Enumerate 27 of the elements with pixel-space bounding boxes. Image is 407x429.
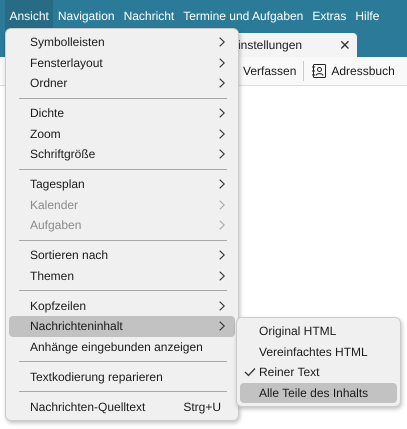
menu-item[interactable]: Reiner Text (240, 362, 397, 382)
toolbar-button[interactable]: Adressbuch (304, 59, 402, 83)
menu-item[interactable]: Dichte (9, 103, 235, 124)
menu-item[interactable]: Ordner (9, 73, 235, 94)
menu-item[interactable]: Fensterlayout (9, 52, 235, 73)
shortcut-label: Strg+U (183, 400, 221, 414)
menu-bar-item[interactable]: Navigation (53, 0, 120, 32)
menu-item[interactable]: Vereinfachtes HTML (240, 342, 397, 362)
menu-bar-item[interactable]: Hilfe (350, 0, 384, 32)
menu-item[interactable]: Symbolleisten (9, 32, 235, 52)
close-button[interactable]: ✕ (339, 37, 351, 53)
menu-item[interactable]: Original HTML (240, 321, 397, 342)
menu-item[interactable]: Nachrichten-Quelltext Strg+U (9, 396, 235, 417)
menu-bar-item[interactable]: Extras (308, 0, 351, 32)
menu-bar-item[interactable]: Nachricht (119, 0, 179, 32)
menu-item[interactable]: Zoom (9, 124, 235, 144)
menu-item[interactable]: Schriftgröße (9, 144, 235, 164)
menu-item[interactable]: Themen (9, 266, 235, 286)
menu-item[interactable]: Alle Teile des Inhalts (240, 382, 397, 403)
menu-item[interactable]: Textkodierung reparieren (9, 366, 235, 387)
menu-item[interactable]: Anhänge eingebunden anzeigen (9, 336, 235, 357)
menu-item[interactable]: Kopfzeilen (9, 296, 235, 316)
menu-item[interactable]: Sortieren nach (9, 245, 235, 266)
menu-bar-item[interactable]: Termine und Aufgaben (178, 0, 308, 32)
menu-item[interactable]: Nachrichteninhalt (9, 316, 235, 336)
toolbar-button[interactable]: Verfassen (236, 59, 304, 83)
menu-item[interactable]: Tagesplan (9, 174, 235, 194)
